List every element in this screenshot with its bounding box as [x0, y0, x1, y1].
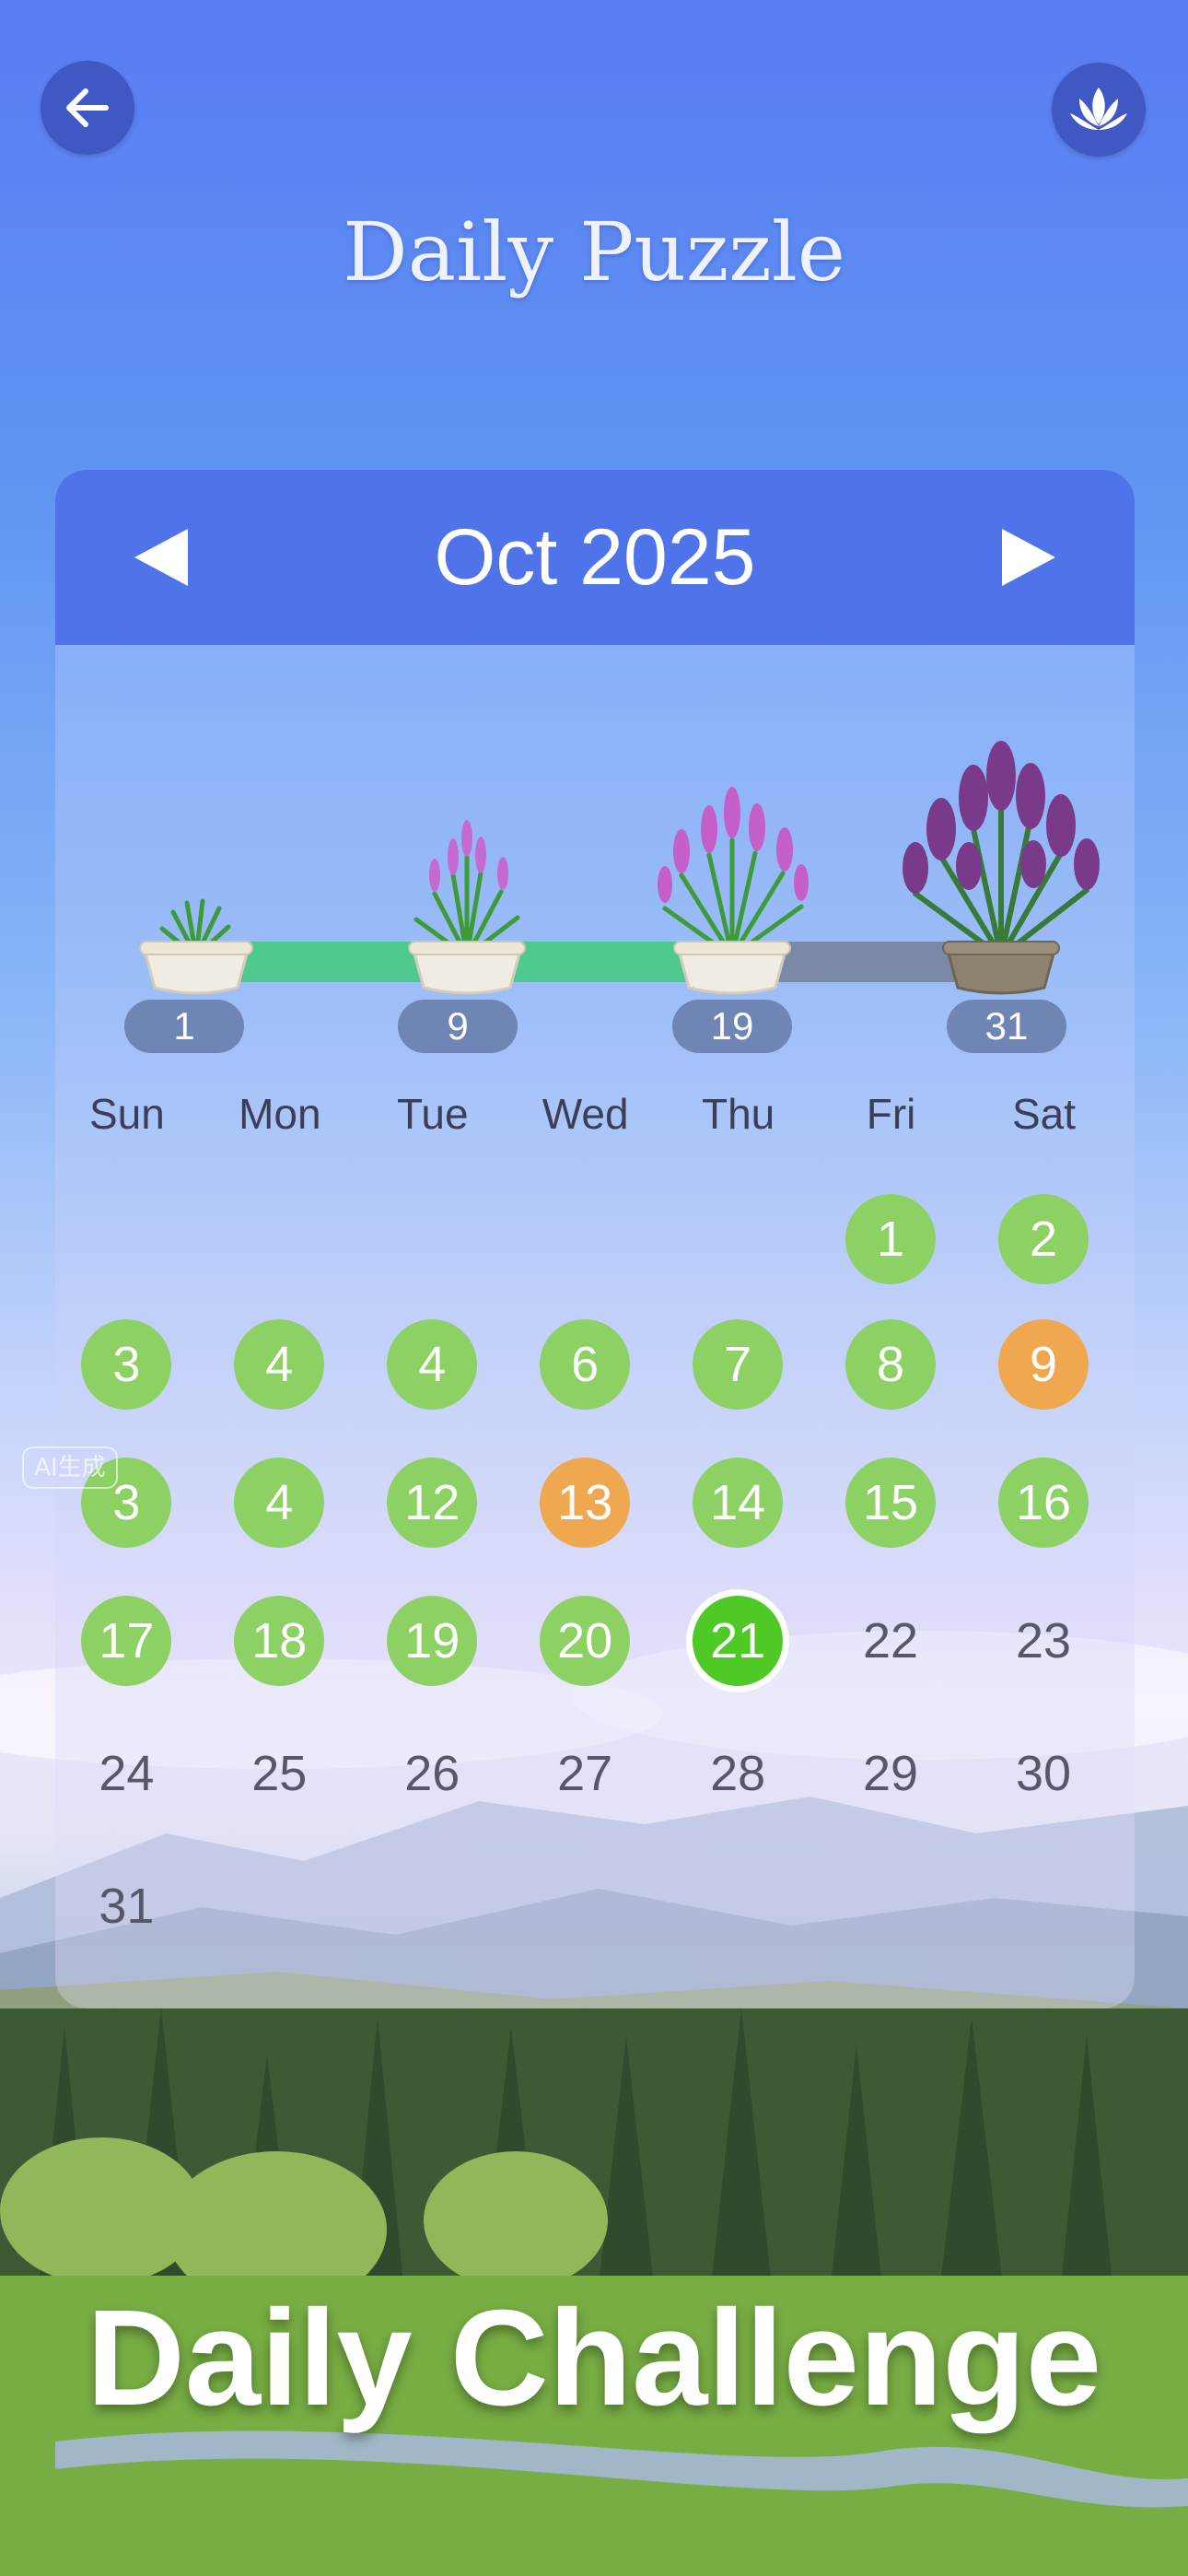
day-cell[interactable]: 28	[693, 1728, 783, 1819]
milestone-label: 9	[398, 1000, 518, 1053]
calendar-card: Oct 2025 1 9 19 31 Sun Mon Tue Wed Thu F…	[55, 470, 1135, 2008]
day-cell[interactable]: 14	[693, 1458, 784, 1548]
month-label: Oct 2025	[434, 512, 756, 602]
plant-stage-3	[658, 787, 809, 995]
day-cell[interactable]: 29	[845, 1728, 936, 1819]
day-cell[interactable]: 9	[997, 1319, 1089, 1410]
day-cell[interactable]: 12	[387, 1458, 478, 1548]
day-cell[interactable]: 23	[998, 1596, 1089, 1686]
day-cell[interactable]: 24	[81, 1728, 171, 1819]
weekday-label: Thu	[701, 1090, 775, 1138]
day-cell[interactable]: 18	[234, 1596, 325, 1686]
milestone-label: 19	[672, 1000, 792, 1053]
day-cell[interactable]: 19	[387, 1596, 478, 1686]
day-cell[interactable]: 16	[997, 1458, 1089, 1548]
plant-stage-1	[139, 898, 253, 995]
day-cell[interactable]: 22	[845, 1596, 936, 1686]
lotus-icon	[1070, 88, 1127, 130]
day-cell[interactable]: 6	[540, 1319, 631, 1410]
day-cell[interactable]: 4	[387, 1319, 478, 1410]
day-cell[interactable]: 4	[234, 1319, 325, 1410]
weekday-label: Fri	[866, 1090, 916, 1138]
weekday-label: Tue	[396, 1090, 469, 1138]
weekday-label: Mon	[239, 1090, 321, 1138]
ai-watermark: AI生成	[22, 1446, 118, 1489]
day-cell[interactable]: 15	[845, 1458, 937, 1548]
next-month-button[interactable]	[995, 525, 1059, 590]
day-cell[interactable]: 31	[81, 1861, 171, 1951]
plant-stage-4	[903, 741, 1100, 995]
arrow-left-icon	[66, 88, 109, 127]
weekday-label: Wed	[542, 1090, 629, 1138]
back-button[interactable]	[41, 61, 134, 155]
day-cell[interactable]: 4	[234, 1458, 325, 1548]
day-cell[interactable]: 20	[540, 1596, 631, 1686]
milestone-label: 1	[124, 1000, 244, 1053]
daily-puzzle-screen: Daily Puzzle Oct 2025 1 9 19 31 Sun Mon …	[0, 0, 1188, 2576]
day-cell[interactable]: 13	[540, 1458, 631, 1548]
day-cell[interactable]: 3	[81, 1319, 172, 1410]
milestone-label: 31	[947, 1000, 1066, 1053]
calendar-header: Oct 2025	[55, 470, 1135, 645]
day-cell[interactable]: 25	[234, 1728, 324, 1819]
plant-stage-2	[408, 820, 526, 995]
day-cell[interactable]: 2	[997, 1194, 1089, 1284]
daily-challenge-banner: Daily Challenge	[86, 2282, 1102, 2434]
day-cell[interactable]: 17	[81, 1596, 172, 1686]
prev-month-button[interactable]	[131, 525, 195, 590]
day-cell-today[interactable]: 21	[693, 1596, 784, 1686]
day-cell[interactable]: 30	[998, 1728, 1089, 1819]
page-title: Daily Puzzle	[343, 205, 845, 299]
day-cell[interactable]: 27	[540, 1728, 630, 1819]
weekday-label: Sat	[1011, 1090, 1076, 1138]
day-cell[interactable]: 26	[387, 1728, 477, 1819]
profile-button[interactable]	[1052, 63, 1146, 157]
weekday-label: Sun	[88, 1090, 165, 1138]
day-cell[interactable]: 8	[845, 1319, 937, 1410]
day-cell[interactable]: 7	[693, 1319, 784, 1410]
day-cell[interactable]: 1	[845, 1194, 937, 1284]
